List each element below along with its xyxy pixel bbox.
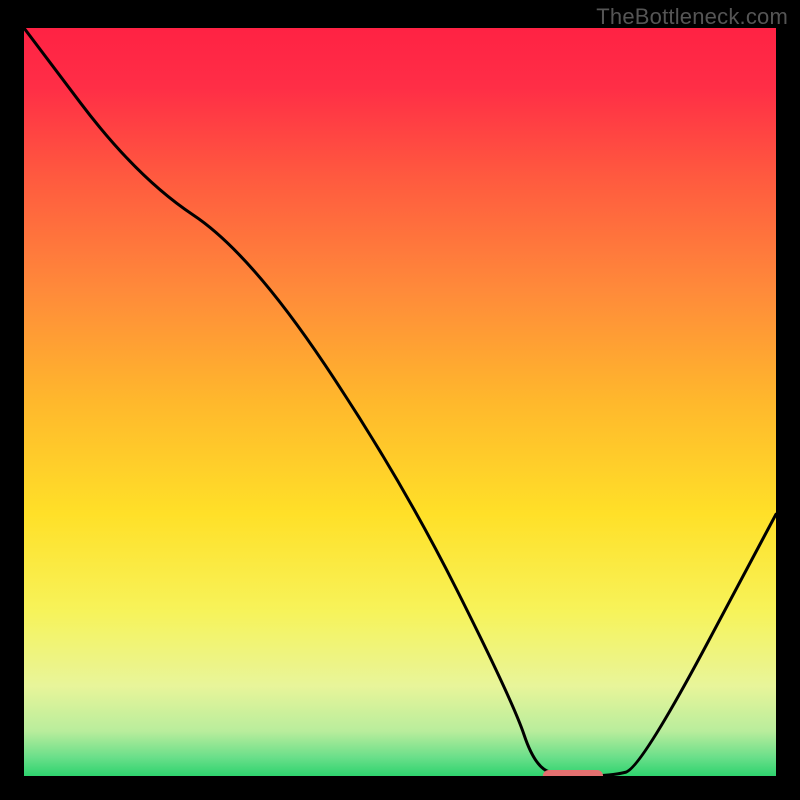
chart-svg	[24, 28, 776, 776]
chart-background	[24, 28, 776, 776]
optimal-marker	[543, 770, 603, 776]
bottleneck-chart	[24, 28, 776, 776]
watermark-text: TheBottleneck.com	[596, 4, 788, 30]
